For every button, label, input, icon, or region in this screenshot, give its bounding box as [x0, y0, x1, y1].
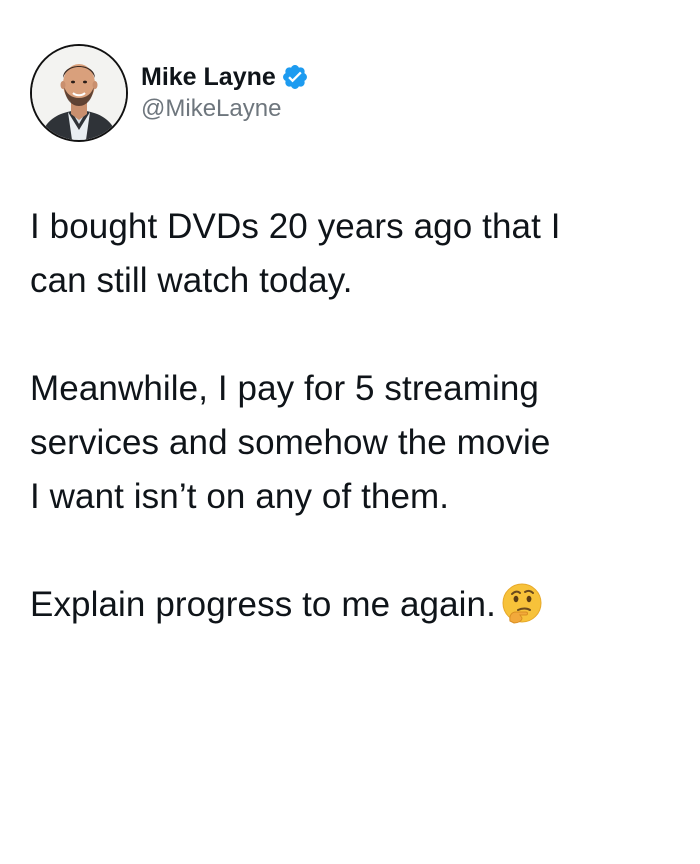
tweet-text: I bought DVDs 20 years ago that I can st… — [30, 200, 680, 632]
author-info: Mike Layne @MikeLayne — [141, 62, 309, 124]
handle[interactable]: @MikeLayne — [141, 94, 309, 124]
name-row: Mike Layne — [141, 62, 309, 92]
tweet-header: Mike Layne @MikeLayne — [30, 42, 309, 144]
profile-photo-avatar-icon — [32, 46, 126, 140]
tweet-paragraph-last: Explain progress to me again. — [30, 578, 680, 632]
tweet-paragraph: I bought DVDs 20 years ago that I can st… — [30, 207, 561, 300]
tweet-paragraph-text: Explain progress to me again. — [30, 585, 496, 624]
display-name[interactable]: Mike Layne — [141, 62, 276, 92]
tweet-paragraph: Meanwhile, I pay for 5 streaming service… — [30, 369, 551, 516]
thinking-face-emoji-icon — [500, 581, 544, 625]
verified-badge-icon — [281, 63, 309, 91]
avatar[interactable] — [30, 44, 128, 142]
tweet-card: Mike Layne @MikeLayne I bought DVDs 20 y… — [0, 0, 700, 864]
